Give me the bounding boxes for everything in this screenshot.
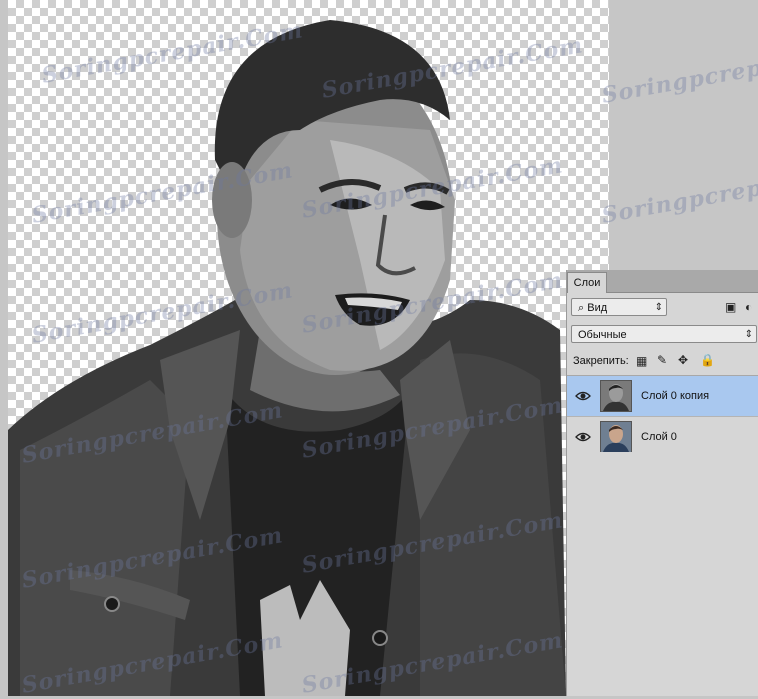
- eye-icon[interactable]: [575, 388, 591, 404]
- stepper-arrows-icon: ⇕: [654, 302, 663, 313]
- adjustment-filter-icon[interactable]: ◐: [745, 300, 752, 314]
- panel-tabbar: Слои: [567, 270, 758, 293]
- layer-thumbnail: [600, 421, 632, 453]
- layer-row[interactable]: Слой 0 копия: [567, 376, 758, 417]
- lock-move-icon[interactable]: ✥: [678, 353, 688, 367]
- blend-mode-select[interactable]: Обычные ⇕: [571, 325, 757, 343]
- tab-layers[interactable]: Слои: [567, 272, 607, 293]
- image-filter-icon[interactable]: ▣: [725, 300, 736, 314]
- blend-row: Обычные ⇕: [567, 321, 758, 349]
- eye-icon[interactable]: [575, 429, 591, 445]
- lock-transparency-icon[interactable]: ▦: [636, 354, 647, 368]
- lock-row: Закрепить: ▦ ✎ ✥ 🔒: [567, 349, 758, 376]
- filter-row: ⌕ Вид ⇕ ▣ ◐: [567, 293, 758, 321]
- lock-brush-icon[interactable]: ✎: [657, 353, 667, 367]
- layer-filter-select[interactable]: ⌕ Вид ⇕: [571, 298, 667, 316]
- layer-name: Слой 0 копия: [641, 390, 710, 402]
- layers-panel: Слои ⌕ Вид ⇕ ▣ ◐ Обычные ⇕ Закрепить: ▦ …: [566, 270, 758, 696]
- layer-thumbnail: [600, 380, 632, 412]
- lock-label: Закрепить:: [573, 355, 629, 367]
- stepper-arrows-icon: ⇕: [744, 329, 753, 340]
- blend-mode-value: Обычные: [578, 329, 627, 341]
- filter-kind-value: Вид: [587, 302, 608, 314]
- layers-list-empty-area: [567, 452, 758, 696]
- layer-name: Слой 0: [641, 431, 677, 443]
- search-icon: ⌕: [578, 302, 585, 314]
- lock-all-icon[interactable]: 🔒: [700, 353, 715, 367]
